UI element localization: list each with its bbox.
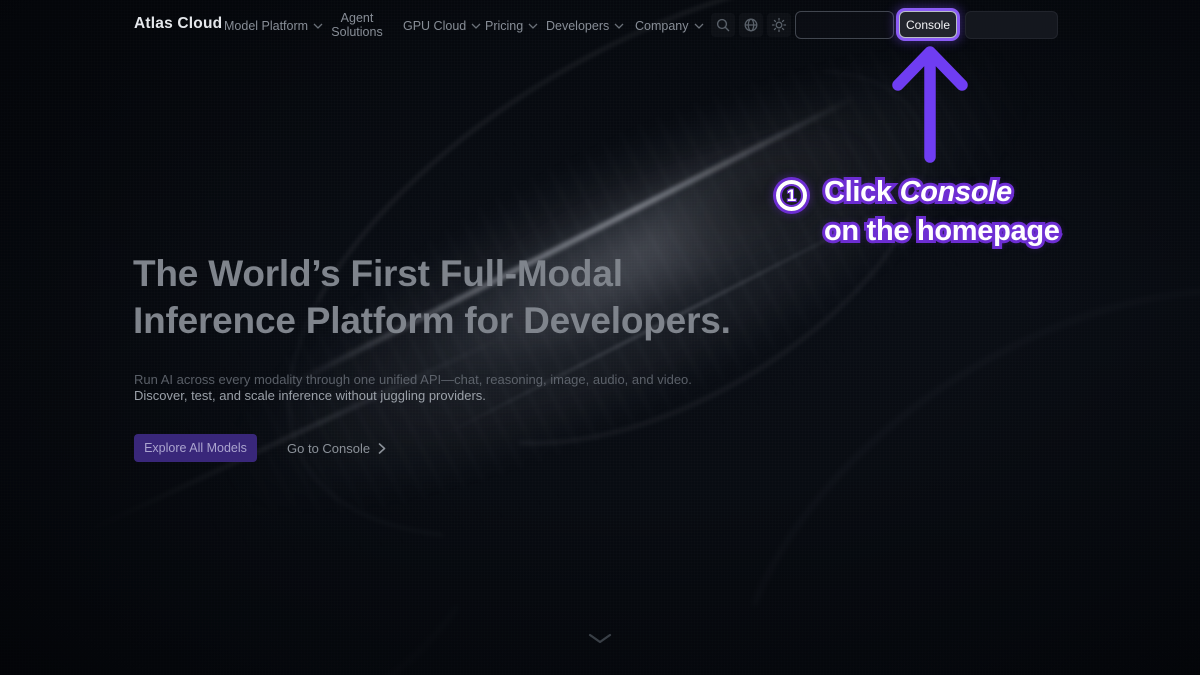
go-to-console-label: Go to Console <box>287 441 370 456</box>
theme-toggle-button[interactable] <box>767 13 791 37</box>
chevron-down-icon <box>471 23 481 29</box>
nav-dark-button[interactable] <box>965 11 1058 39</box>
sun-icon <box>771 17 787 33</box>
hero-subtitle-line2: Discover, test, and scale inference with… <box>134 388 692 404</box>
annotation-arrow-up <box>879 41 979 163</box>
logo[interactable]: Atlas Cloud <box>134 15 222 33</box>
hero-subtitle-line1: Run AI across every modality through one… <box>134 372 692 388</box>
nav-item-label: Company <box>635 19 689 33</box>
nav-item-agent-solutions[interactable]: Agent Solutions <box>330 12 384 39</box>
nav-item-label: GPU Cloud <box>403 19 466 33</box>
chevron-down-icon <box>528 23 538 29</box>
search-icon <box>715 17 731 33</box>
explore-all-models-button[interactable]: Explore All Models <box>134 434 257 462</box>
nav-item-label: Pricing <box>485 19 523 33</box>
hero-subtitle: Run AI across every modality through one… <box>134 372 692 403</box>
nav-item-gpu-cloud[interactable]: GPU Cloud <box>403 19 481 33</box>
chevron-down-icon <box>313 23 323 29</box>
nav-item-label: Agent Solutions <box>330 12 384 39</box>
chevron-right-icon <box>378 443 386 454</box>
console-button[interactable]: Console <box>899 11 957 38</box>
nav-outlined-button[interactable] <box>795 11 894 39</box>
globe-icon <box>743 17 759 33</box>
nav-item-label: Developers <box>546 19 609 33</box>
galaxy-streak <box>284 95 857 390</box>
chevron-down-icon <box>588 633 612 644</box>
scroll-down-indicator <box>588 631 612 649</box>
nav-item-model-platform[interactable]: Model Platform <box>224 19 323 33</box>
cta-row: Explore All Models Go to Console <box>134 434 386 462</box>
chevron-down-icon <box>694 23 704 29</box>
chevron-down-icon <box>614 23 624 29</box>
hero-title: The World’s First Full-ModalInference Pl… <box>133 250 731 344</box>
search-button[interactable] <box>711 13 735 37</box>
annotation-text: Click Consoleon the homepage <box>824 173 1060 251</box>
step-number-badge: 1 <box>776 180 807 211</box>
nav-item-pricing[interactable]: Pricing <box>485 19 538 33</box>
go-to-console-link[interactable]: Go to Console <box>287 441 386 456</box>
nav-item-label: Model Platform <box>224 19 308 33</box>
galaxy-streak <box>82 329 519 535</box>
language-button[interactable] <box>739 13 763 37</box>
nav-item-developers[interactable]: Developers <box>546 19 624 33</box>
nav-item-company[interactable]: Company <box>635 19 704 33</box>
